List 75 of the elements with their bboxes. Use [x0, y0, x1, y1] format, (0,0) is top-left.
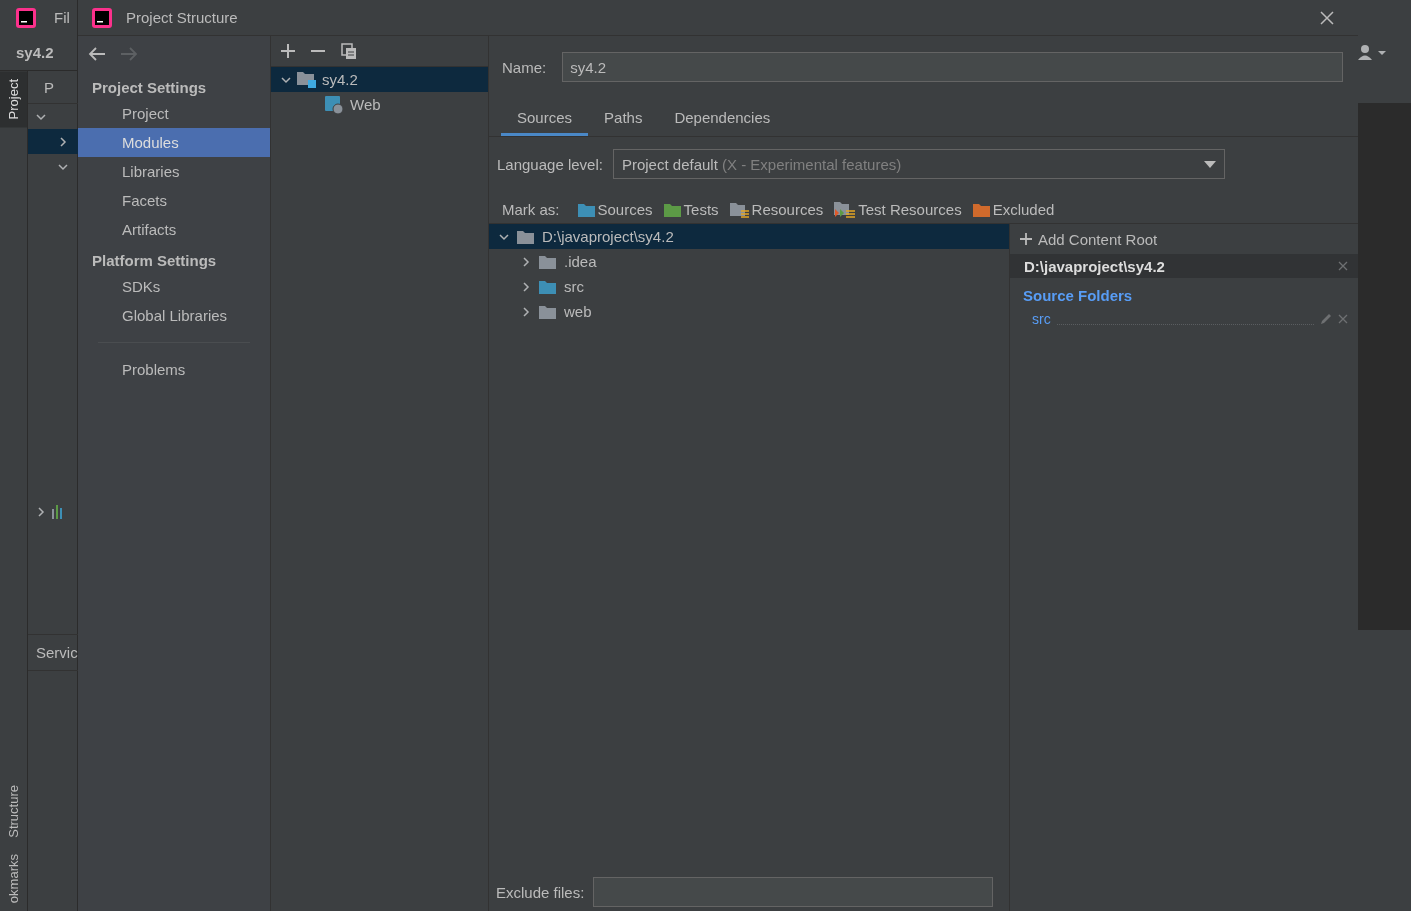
- chevron-down-icon[interactable]: [281, 74, 291, 85]
- field-label: Language level:: [497, 155, 603, 173]
- mark-as-button[interactable]: Sources: [569, 201, 653, 218]
- field-label: Exclude files:: [496, 883, 585, 901]
- sidebar-item[interactable]: Libraries: [78, 157, 270, 186]
- tree-label: D:\javaproject\sy4.2: [542, 228, 674, 245]
- field-label: Name:: [502, 58, 547, 76]
- tree-row[interactable]: Web: [271, 92, 488, 117]
- chevron-right-icon[interactable]: [36, 506, 46, 517]
- tree-label: sy4.2: [322, 71, 358, 88]
- web-facet-icon: [325, 95, 344, 114]
- breadcrumb[interactable]: sy4.2: [16, 44, 54, 61]
- close-button[interactable]: [1318, 8, 1336, 27]
- sidebar-item[interactable]: Modules: [78, 128, 270, 157]
- exclude-files-field[interactable]: [593, 877, 994, 907]
- chevron-down-icon[interactable]: [499, 231, 509, 242]
- tree-label: web: [564, 303, 592, 320]
- add-content-root-button[interactable]: Add Content Root: [1010, 224, 1358, 254]
- sidebar-item[interactable]: SDKs: [78, 272, 270, 301]
- panel-title: Servic: [36, 644, 78, 661]
- folder-icon: [517, 229, 534, 244]
- tree-row[interactable]: D:\javaproject\sy4.2: [489, 224, 1009, 249]
- section-heading: Source Folders: [1022, 286, 1134, 306]
- folder-icon: [539, 304, 556, 319]
- dropdown-arrow-icon: [1203, 160, 1216, 168]
- panel-title: P: [44, 78, 54, 96]
- add-icon: [1020, 233, 1032, 245]
- app-logo-icon: [92, 7, 112, 28]
- mark-as-button[interactable]: Tests: [655, 201, 719, 218]
- name-field[interactable]: sy4.2: [562, 52, 1343, 82]
- chevron-down-icon[interactable]: [58, 161, 68, 172]
- sidebar-item[interactable]: Project: [78, 99, 270, 128]
- copy-icon[interactable]: [341, 43, 357, 59]
- mark-as-button[interactable]: Test Resources: [826, 201, 962, 218]
- sidebar-item[interactable]: Problems: [78, 355, 270, 384]
- tree-label: src: [564, 278, 584, 295]
- chevron-right-icon[interactable]: [58, 136, 68, 147]
- tab[interactable]: Paths: [588, 104, 659, 136]
- tool-window-tab[interactable]: okmarks: [0, 845, 27, 911]
- content-root-path: D:\javaproject\sy4.2: [1024, 257, 1166, 275]
- menu-item[interactable]: Fil: [54, 9, 70, 26]
- section-heading: Platform Settings: [91, 251, 218, 271]
- chevron-right-icon[interactable]: [521, 256, 531, 267]
- chevron-right-icon[interactable]: [521, 306, 531, 317]
- chevron-right-icon[interactable]: [521, 281, 531, 292]
- tree-row[interactable]: sy4.2: [271, 67, 488, 92]
- source-folder-icon: [539, 279, 556, 294]
- mark-as-button[interactable]: Resources: [721, 201, 824, 218]
- close-icon[interactable]: [1338, 261, 1348, 271]
- tab[interactable]: Sources: [501, 104, 589, 136]
- chevron-down-icon[interactable]: [36, 111, 46, 122]
- tool-window-tab[interactable]: Structure: [0, 777, 27, 846]
- folder-icon: [539, 254, 556, 269]
- tree-row[interactable]: web: [489, 299, 1009, 324]
- mark-as-button[interactable]: Excluded: [964, 201, 1055, 218]
- tab[interactable]: Dependencies: [658, 104, 787, 136]
- language-level-dropdown[interactable]: Project default (X - Experimental features): [612, 149, 1225, 179]
- tool-window-tab[interactable]: Project: [0, 71, 27, 128]
- source-folder-link[interactable]: src: [1032, 311, 1051, 327]
- tree-label: Web: [350, 96, 381, 113]
- sidebar-item[interactable]: Global Libraries: [78, 301, 270, 330]
- add-icon[interactable]: [281, 44, 295, 58]
- sidebar-item[interactable]: Facets: [78, 186, 270, 215]
- back-arrow-icon[interactable]: [88, 46, 106, 61]
- field-label: Mark as:: [502, 201, 560, 218]
- window-title: Project Structure: [126, 9, 239, 26]
- user-icon[interactable]: [1358, 44, 1388, 61]
- app-logo-icon: [16, 7, 36, 28]
- sidebar-item[interactable]: Artifacts: [78, 215, 270, 244]
- section-heading: Project Settings: [91, 78, 208, 98]
- close-icon: [1320, 10, 1334, 25]
- tree-label: .idea: [564, 253, 597, 270]
- tree-row[interactable]: .idea: [489, 249, 1009, 274]
- module-folder-icon: [297, 71, 316, 88]
- tree-row[interactable]: src: [489, 274, 1009, 299]
